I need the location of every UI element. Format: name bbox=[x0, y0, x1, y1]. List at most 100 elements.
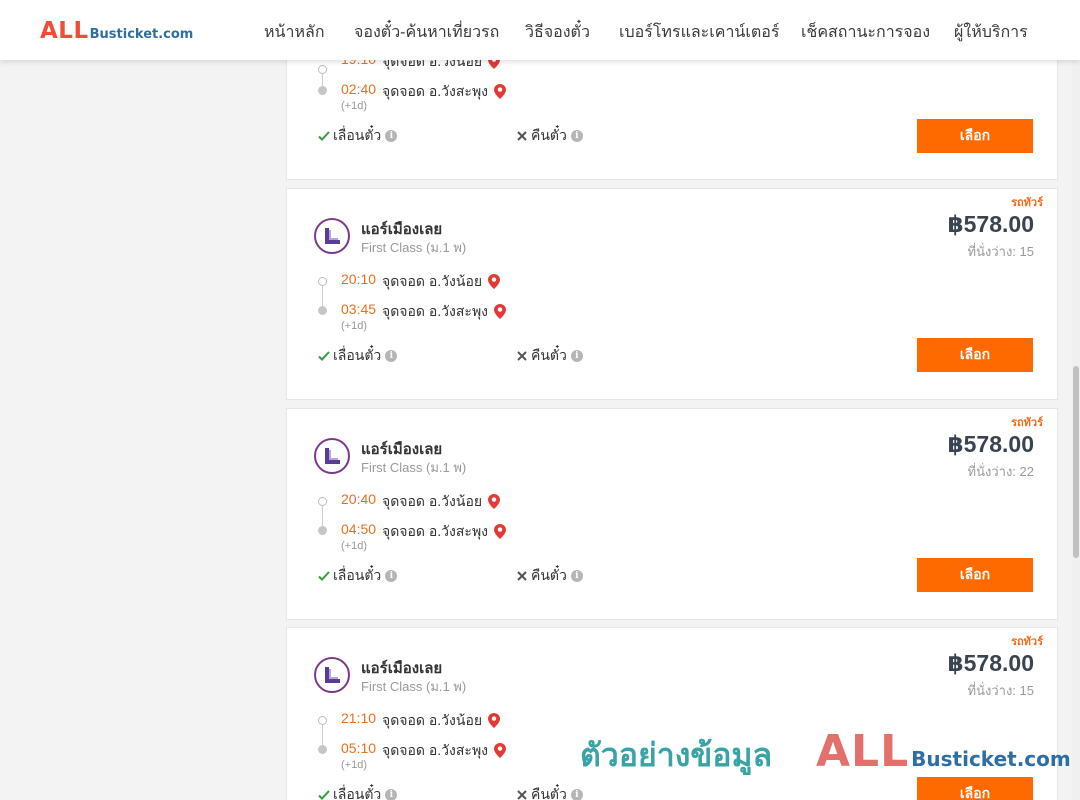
operator-logo bbox=[314, 657, 350, 693]
location-pin-icon[interactable] bbox=[494, 743, 507, 758]
site-logo[interactable]: ALL Busticket.com bbox=[40, 18, 193, 44]
departure-stop: จุดจอด อ.วังน้อย bbox=[382, 271, 501, 293]
info-icon[interactable]: i bbox=[570, 570, 583, 582]
seats-available: ที่นั่งว่าง: 22 bbox=[968, 461, 1034, 482]
reschedule-option: เลื่อนตั๋ว i bbox=[317, 784, 398, 800]
check-icon bbox=[318, 571, 330, 581]
trip-card: รถทัวร์ แอร์เมืองเลย First Class (ม.1 พ)… bbox=[286, 408, 1058, 620]
logo-all: ALL bbox=[40, 18, 89, 44]
info-icon[interactable]: i bbox=[385, 570, 398, 582]
nav-operators[interactable]: ผู้ให้บริการ bbox=[954, 20, 1028, 45]
operator-logo-icon bbox=[325, 228, 340, 244]
nav-booking-search[interactable]: จองตั๋ว-ค้นหาเที่ยวรถ bbox=[354, 20, 499, 45]
scrollbar-thumb[interactable] bbox=[1073, 366, 1079, 558]
cross-icon bbox=[517, 571, 527, 581]
info-icon[interactable]: i bbox=[385, 130, 398, 142]
arrival-time: 05:10 bbox=[341, 740, 377, 756]
arrival-time: 03:45 bbox=[341, 301, 377, 317]
location-pin-icon[interactable] bbox=[494, 524, 507, 539]
nav-phone-counters[interactable]: เบอร์โทรและเคาน์เตอร์ bbox=[619, 20, 779, 45]
departure-time: 20:40 bbox=[341, 491, 377, 507]
operator-logo-icon bbox=[325, 667, 340, 683]
timeline-line bbox=[322, 285, 323, 307]
location-pin-icon[interactable] bbox=[488, 274, 501, 289]
select-button[interactable]: เลือก bbox=[917, 777, 1033, 800]
bus-type-badge: รถทัวร์ bbox=[1011, 417, 1043, 429]
departure-stop: จุดจอด อ.วังน้อย bbox=[382, 710, 501, 732]
trip-price: ฿578.00 bbox=[947, 431, 1034, 457]
arrival-stop: จุดจอด อ.วังสะพุง bbox=[382, 301, 507, 323]
departure-stop-label: จุดจอด อ.วังน้อย bbox=[382, 712, 483, 728]
arrival-time: 04:50 bbox=[341, 521, 377, 537]
arrival-stop: จุดจอด อ.วังสะพุง bbox=[382, 81, 507, 103]
watermark-logo-all: ALL bbox=[816, 726, 910, 777]
seats-prefix: ที่นั่งว่าง: bbox=[967, 464, 1020, 479]
reschedule-option: เลื่อนตั๋ว i bbox=[317, 345, 398, 367]
cross-icon bbox=[517, 790, 527, 800]
seats-available: ที่นั่งว่าง: 15 bbox=[968, 680, 1034, 701]
seats-count: 22 bbox=[1019, 464, 1034, 479]
site-header: ALL Busticket.com หน้าหลัก จองตั๋ว-ค้นหา… bbox=[0, 0, 1080, 60]
timeline-departure-dot bbox=[318, 277, 327, 286]
check-icon bbox=[318, 790, 330, 800]
check-icon bbox=[318, 351, 330, 361]
trip-price: ฿578.00 bbox=[947, 650, 1034, 676]
select-button[interactable]: เลือก bbox=[917, 338, 1033, 372]
bus-class: First Class (ม.1 พ) bbox=[361, 460, 467, 475]
reschedule-label: เลื่อนตั๋ว bbox=[333, 347, 382, 363]
refund-option: คืนตั๋ว i bbox=[515, 784, 583, 800]
info-icon[interactable]: i bbox=[570, 350, 583, 362]
arrival-stop-label: จุดจอด อ.วังสะพุง bbox=[382, 523, 489, 539]
bus-class: First Class (ม.1 พ) bbox=[361, 679, 467, 694]
reschedule-label: เลื่อนตั๋ว bbox=[333, 786, 382, 800]
refund-label: คืนตั๋ว bbox=[531, 567, 567, 583]
sample-data-watermark: ตัวอย่างข้อมูล bbox=[580, 737, 773, 773]
timeline-departure-dot bbox=[318, 716, 327, 725]
operator-logo bbox=[314, 218, 350, 254]
nav-check-booking[interactable]: เช็คสถานะการจอง bbox=[801, 20, 930, 45]
location-pin-icon[interactable] bbox=[494, 304, 507, 319]
logo-domain: Busticket.com bbox=[89, 27, 194, 42]
refund-label: คืนตั๋ว bbox=[531, 347, 567, 363]
timeline-departure-dot bbox=[318, 65, 327, 74]
timeline-line bbox=[322, 724, 323, 746]
info-icon[interactable]: i bbox=[385, 350, 398, 362]
departure-time: 20:10 bbox=[341, 271, 377, 287]
location-pin-icon[interactable] bbox=[494, 84, 507, 99]
refund-option: คืนตั๋ว i bbox=[515, 125, 583, 147]
watermark-logo-domain: Busticket.com bbox=[911, 747, 1071, 771]
select-button[interactable]: เลือก bbox=[917, 119, 1033, 153]
info-icon[interactable]: i bbox=[385, 789, 398, 800]
next-day-note: (+1d) bbox=[341, 759, 367, 771]
departure-time: 21:10 bbox=[341, 710, 377, 726]
select-button[interactable]: เลือก bbox=[917, 558, 1033, 592]
bus-class: First Class (ม.1 พ) bbox=[361, 240, 467, 255]
next-day-note: (+1d) bbox=[341, 100, 367, 112]
departure-stop-label: จุดจอด อ.วังน้อย bbox=[382, 273, 483, 289]
location-pin-icon[interactable] bbox=[488, 494, 501, 509]
refund-label: คืนตั๋ว bbox=[531, 127, 567, 143]
timeline-arrival-dot bbox=[318, 86, 327, 95]
info-icon[interactable]: i bbox=[570, 789, 583, 800]
seats-count: 15 bbox=[1019, 683, 1034, 698]
refund-label: คืนตั๋ว bbox=[531, 786, 567, 800]
nav-home[interactable]: หน้าหลัก bbox=[264, 20, 325, 45]
operator-logo bbox=[314, 438, 350, 474]
info-icon[interactable]: i bbox=[570, 130, 583, 142]
trip-card: รถทัวร์ แอร์เมืองเลย First Class (ม.1 พ)… bbox=[286, 188, 1058, 400]
main-nav: หน้าหลัก จองตั๋ว-ค้นหาเที่ยวรถ วิธีจองตั… bbox=[262, 0, 1080, 60]
arrival-stop-label: จุดจอด อ.วังสะพุง bbox=[382, 83, 489, 99]
reschedule-label: เลื่อนตั๋ว bbox=[333, 567, 382, 583]
seats-available: ที่นั่งว่าง: 15 bbox=[968, 241, 1034, 262]
arrival-stop: จุดจอด อ.วังสะพุง bbox=[382, 521, 507, 543]
departure-stop: จุดจอด อ.วังน้อย bbox=[382, 491, 501, 513]
nav-how-to-book[interactable]: วิธีจองตั๋ว bbox=[525, 20, 590, 45]
refund-option: คืนตั๋ว i bbox=[515, 345, 583, 367]
reschedule-label: เลื่อนตั๋ว bbox=[333, 127, 382, 143]
seats-prefix: ที่นั่งว่าง: bbox=[967, 683, 1020, 698]
location-pin-icon[interactable] bbox=[488, 713, 501, 728]
bus-type-badge: รถทัวร์ bbox=[1011, 197, 1043, 209]
cross-icon bbox=[517, 351, 527, 361]
arrival-stop: จุดจอด อ.วังสะพุง bbox=[382, 740, 507, 762]
timeline-arrival-dot bbox=[318, 306, 327, 315]
